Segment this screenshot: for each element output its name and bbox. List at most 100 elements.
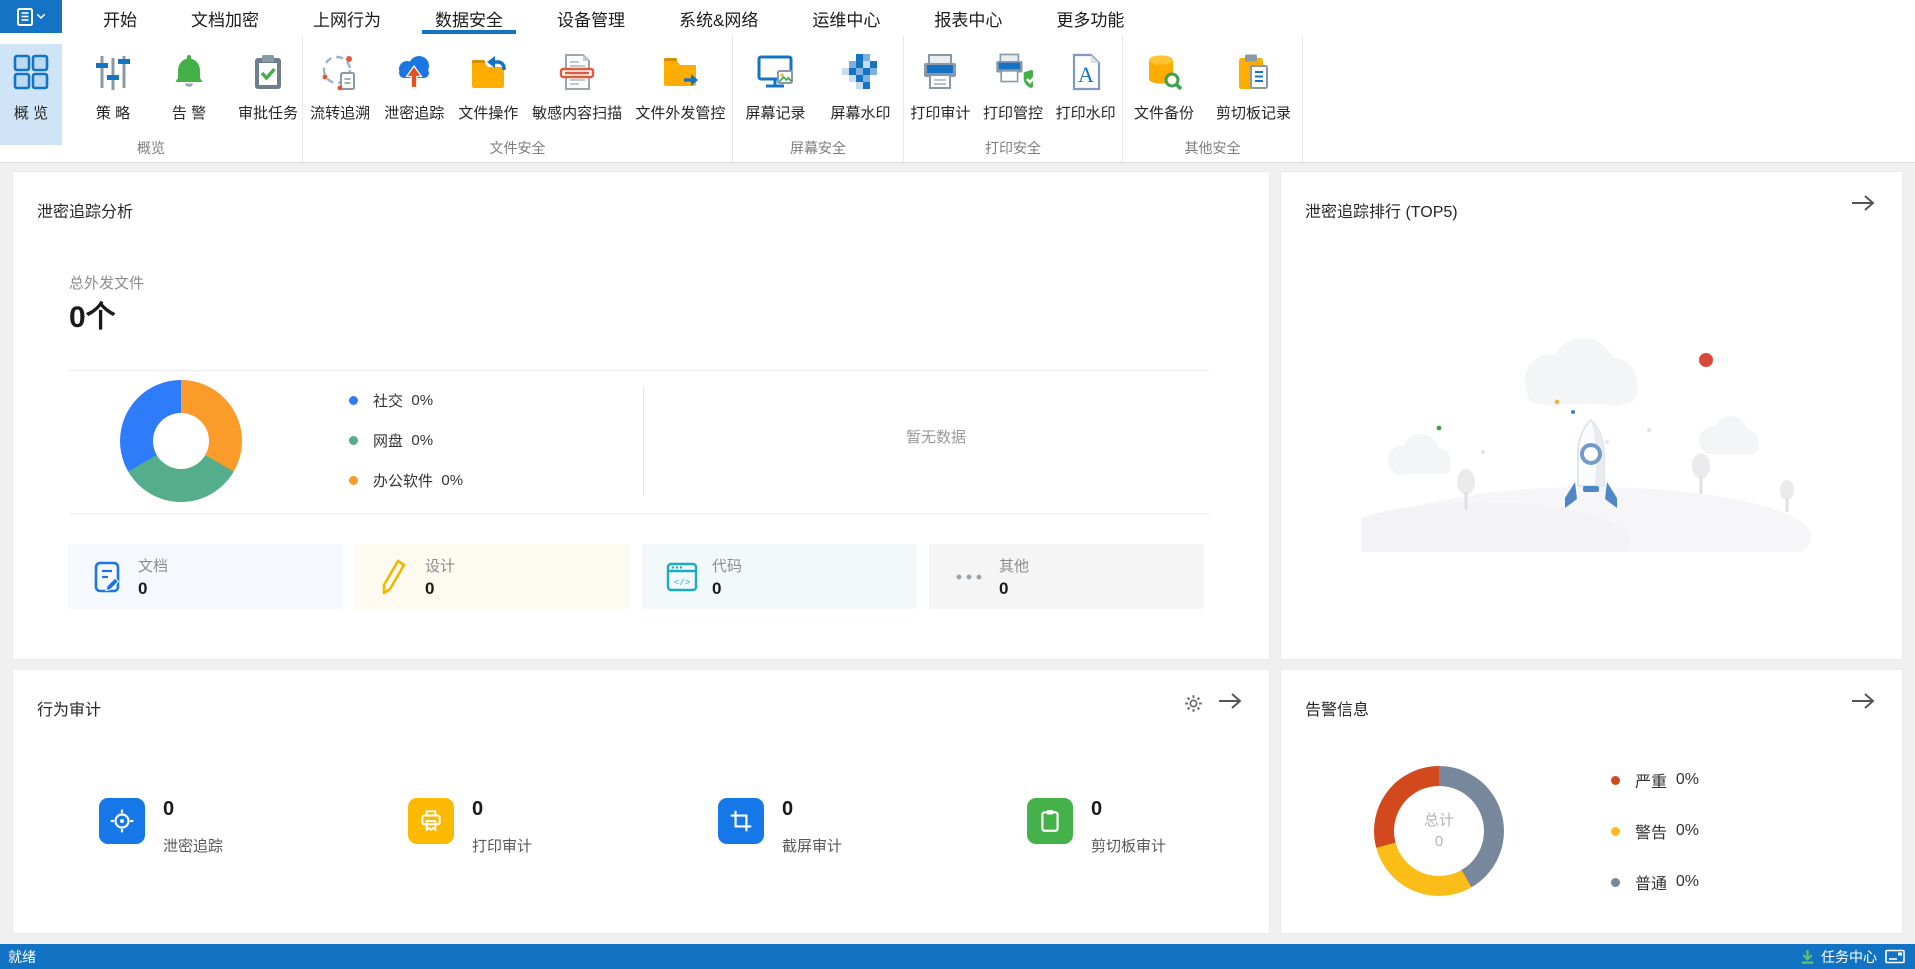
panel-title: 泄密追踪分析 <box>37 204 134 221</box>
panel-title: 泄密追踪排行 (TOP5) <box>1305 204 1458 221</box>
stat-leak-trace: 0 泄密追踪 <box>99 798 223 856</box>
main-tabs: 开始 文档加密 上网行为 数据安全 设备管理 系统&网络 运维中心 报表中心 更… <box>76 0 1151 36</box>
stat-label: 泄密追踪 <box>163 838 224 855</box>
stat-label: 打印审计 <box>472 838 533 855</box>
tab-web-behavior[interactable]: 上网行为 <box>286 0 408 36</box>
ribbon-item-policy[interactable]: 策 略 <box>82 44 144 123</box>
arrow-right-icon[interactable] <box>1217 692 1243 710</box>
tab-ops-center[interactable]: 运维中心 <box>785 0 907 36</box>
tab-doc-encryption[interactable]: 文档加密 <box>164 0 286 36</box>
tab-device-management[interactable]: 设备管理 <box>530 0 652 36</box>
donut-center-label: 总计 <box>1423 812 1454 829</box>
document-icon <box>90 561 126 593</box>
legend-dot <box>1611 877 1620 887</box>
ribbon: 概 览 策 略 告 警 审批任务 概览 流转追溯 泄密追踪 文件操作 敏感内容扫… <box>0 36 1915 163</box>
app-logo-icon <box>17 7 33 26</box>
empty-state-rocket-illustration <box>1361 332 1821 552</box>
legend-item-office-software: 办公软件 0% <box>349 471 463 490</box>
ribbon-group-other-security: 文件备份 剪切板记录 其他安全 <box>1123 36 1303 162</box>
stat-label: 截屏审计 <box>782 838 843 855</box>
doc-watermark-icon: A <box>1066 46 1106 98</box>
ribbon-group-label-screen-security: 屏幕安全 <box>790 140 846 156</box>
printer-shield-icon <box>993 46 1033 98</box>
doc-scan-icon <box>557 46 597 98</box>
overview-grid-icon <box>11 46 51 98</box>
mosaic-icon <box>840 46 880 98</box>
clipboard-icon <box>1027 798 1073 844</box>
ribbon-item-print-audit[interactable]: 打印审计 <box>904 44 977 123</box>
ribbon-item-sensitive-content-scan[interactable]: 敏感内容扫描 <box>526 44 629 123</box>
alarm-donut-chart: 总计 0 <box>1374 766 1504 896</box>
arrow-right-icon[interactable] <box>1850 194 1876 212</box>
screen-record-icon <box>755 46 795 98</box>
tab-report-center[interactable]: 报表中心 <box>907 0 1029 36</box>
tab-data-security[interactable]: 数据安全 <box>408 0 530 36</box>
ribbon-item-approval-tasks[interactable]: 审批任务 <box>234 44 302 123</box>
ribbon-item-print-control[interactable]: 打印管控 <box>977 44 1050 123</box>
ribbon-item-alert[interactable]: 告 警 <box>158 44 220 123</box>
clipboard-doc-icon <box>1233 46 1273 98</box>
ribbon-item-screen-watermark[interactable]: 屏幕水印 <box>822 44 898 123</box>
stat-screenshot-audit: 0 截屏审计 <box>718 798 842 856</box>
stat-clipboard-audit: 0 剪切板审计 <box>1027 798 1166 856</box>
task-panel-icon[interactable] <box>1885 949 1905 964</box>
stat-value: 0 <box>782 798 794 820</box>
total-outgoing-value: 0个 <box>69 301 116 334</box>
print-receipt-icon <box>408 798 454 844</box>
alarm-legend: 严重 0% 警告 0% 普通 0% <box>1611 771 1699 924</box>
tab-more-features[interactable]: 更多功能 <box>1029 0 1151 36</box>
ribbon-item-file-operation[interactable]: 文件操作 <box>451 44 525 123</box>
printer-icon <box>920 46 960 98</box>
task-center-button[interactable]: 任务中心 <box>1800 947 1877 967</box>
card-value: 0 <box>999 578 1009 598</box>
crop-icon <box>718 798 764 844</box>
divider <box>69 513 1209 514</box>
arrow-right-icon[interactable] <box>1850 692 1876 710</box>
ribbon-item-file-backup[interactable]: 文件备份 <box>1126 44 1202 123</box>
donut-center-value: 0 <box>1434 833 1444 850</box>
legend-item-netdisk: 网盘 0% <box>349 431 463 450</box>
card-label: 其他 <box>999 557 1030 575</box>
panel-leak-trace-rank: 泄密追踪排行 (TOP5) <box>1280 171 1903 660</box>
card-code: </> 代码 0 <box>642 544 917 609</box>
card-value: 0 <box>138 578 148 598</box>
legend-dot <box>349 475 358 485</box>
app-menu-button[interactable] <box>0 0 62 33</box>
ribbon-item-file-outgoing-control[interactable]: 文件外发管控 <box>629 44 732 123</box>
svg-text:</>: </> <box>674 578 690 588</box>
donut-hole <box>153 413 209 469</box>
ribbon-item-leak-trace[interactable]: 泄密追踪 <box>377 44 451 123</box>
ribbon-item-flow-trace[interactable]: 流转追溯 <box>303 44 377 123</box>
file-type-cards: 文档 0 设计 0 </> 代码 0 其他 0 <box>68 544 1216 609</box>
card-design: 设计 0 <box>355 544 630 609</box>
ribbon-group-label-print-security: 打印安全 <box>985 140 1041 156</box>
gear-icon[interactable] <box>1184 694 1203 713</box>
status-bar: 就绪 任务中心 <box>0 944 1915 969</box>
legend-item-critical: 严重 0% <box>1611 771 1699 791</box>
channel-donut-chart <box>120 380 242 502</box>
panel-behavior-audit: 行为审计 0 泄密追踪 0 打印审计 0 截屏审计 0 剪切板审计 <box>12 669 1270 934</box>
ribbon-item-screen-record[interactable]: 屏幕记录 <box>737 44 813 123</box>
legend-dot <box>349 395 358 405</box>
ribbon-item-print-watermark[interactable]: A 打印水印 <box>1049 44 1122 123</box>
ribbon-item-overview[interactable]: 概 览 <box>0 44 62 145</box>
card-label: 文档 <box>138 557 169 575</box>
task-center-label: 任务中心 <box>1821 948 1877 965</box>
ribbon-group-screen-security: 屏幕记录 屏幕水印 屏幕安全 <box>733 36 904 162</box>
tab-start[interactable]: 开始 <box>76 0 164 36</box>
tab-system-network[interactable]: 系统&网络 <box>652 0 785 36</box>
card-document: 文档 0 <box>68 544 343 609</box>
ribbon-group-file-security: 流转追溯 泄密追踪 文件操作 敏感内容扫描 文件外发管控 文件安全 <box>303 36 733 162</box>
ribbon-group-label-other-security: 其他安全 <box>1184 140 1241 156</box>
legend-item-social: 社交 0% <box>349 391 463 410</box>
ribbon-item-clipboard-record[interactable]: 剪切板记录 <box>1208 44 1299 123</box>
bell-icon <box>169 46 209 98</box>
database-search-icon <box>1144 46 1184 98</box>
card-value: 0 <box>712 578 722 598</box>
folder-undo-icon <box>468 46 508 98</box>
ribbon-group-label-file-security: 文件安全 <box>489 140 546 156</box>
stat-value: 0 <box>472 798 484 820</box>
donut-center: 总计 0 <box>1394 786 1484 876</box>
status-ready-text: 就绪 <box>8 948 36 965</box>
ellipsis-icon <box>951 571 987 583</box>
